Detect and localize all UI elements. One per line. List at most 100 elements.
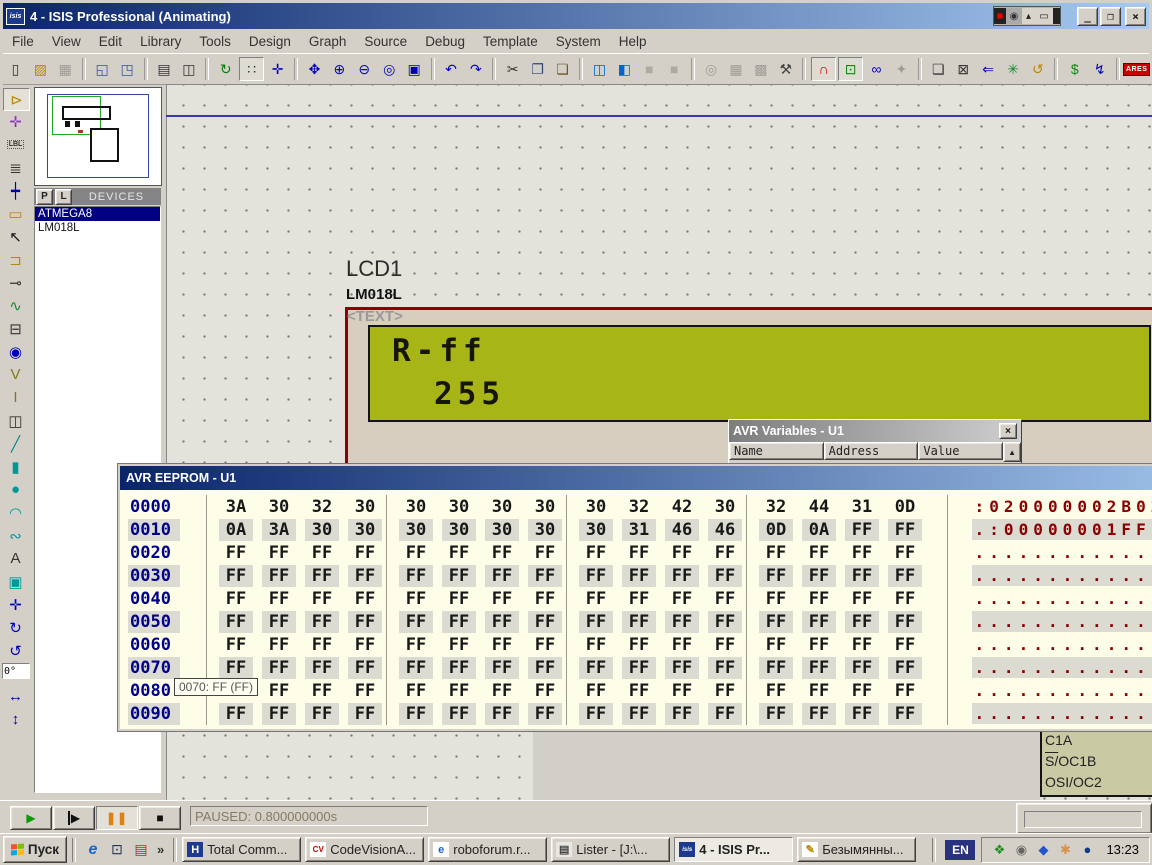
schematic-overview[interactable] [34, 87, 162, 186]
eeprom-byte-cell[interactable]: FF [399, 611, 433, 633]
eeprom-byte-cell[interactable]: FF [759, 680, 793, 702]
eeprom-byte-cell[interactable]: FF [708, 542, 742, 564]
menu-graph[interactable]: Graph [300, 32, 356, 51]
close-button[interactable]: × [1125, 7, 1146, 26]
eeprom-byte-cell[interactable]: FF [442, 657, 476, 679]
eeprom-byte-cell[interactable]: FF [485, 680, 519, 702]
internet-explorer-icon[interactable]: e [83, 840, 103, 860]
eeprom-byte-cell[interactable]: FF [528, 657, 562, 679]
eeprom-byte-cell[interactable]: FF [348, 565, 382, 587]
atmega8-component-fragment[interactable]: C1AS/OC1BOSI/OC2 [1040, 727, 1152, 797]
eeprom-byte-cell[interactable]: FF [888, 657, 922, 679]
eeprom-byte-cell[interactable]: FF [888, 680, 922, 702]
eeprom-byte-cell[interactable]: FF [348, 611, 382, 633]
zoom-in-button[interactable]: ⊕ [328, 58, 351, 80]
eeprom-byte-cell[interactable]: FF [348, 657, 382, 679]
eeprom-byte-cell[interactable]: FF [579, 542, 613, 564]
text-script-mode-button[interactable]: ≣ [3, 157, 28, 178]
eeprom-byte-cell[interactable]: FF [622, 680, 656, 702]
eeprom-byte-cell[interactable]: FF [485, 703, 519, 725]
menu-view[interactable]: View [43, 32, 90, 51]
eeprom-byte-cell[interactable]: FF [759, 611, 793, 633]
false-origin-button[interactable]: ✛ [266, 58, 289, 80]
new-file-button[interactable]: ▯ [4, 58, 27, 80]
eeprom-byte-cell[interactable]: 30 [399, 496, 433, 518]
eeprom-byte-cell[interactable]: FF [485, 588, 519, 610]
goto-sheet-button[interactable]: ↺ [1026, 58, 1049, 80]
generator-mode-button[interactable]: ◉ [3, 341, 28, 362]
eeprom-byte-cell[interactable]: 0A [802, 519, 836, 541]
eeprom-byte-cell[interactable]: FF [528, 588, 562, 610]
volume-tray-icon[interactable]: ◉ [1012, 841, 1030, 859]
eeprom-byte-cell[interactable]: FF [622, 703, 656, 725]
eeprom-byte-cell[interactable]: FF [845, 588, 879, 610]
eeprom-byte-cell[interactable]: FF [888, 519, 922, 541]
eeprom-byte-cell[interactable]: FF [622, 565, 656, 587]
eeprom-byte-cell[interactable]: FF [579, 588, 613, 610]
minimize-button[interactable]: _ [1077, 7, 1098, 26]
eeprom-byte-cell[interactable]: FF [262, 680, 296, 702]
2d-box-mode-button[interactable]: ▮ [3, 456, 28, 477]
eeprom-byte-cell[interactable]: FF [262, 611, 296, 633]
taskbar-task-button[interactable]: CVCodeVisionA... [305, 837, 424, 862]
taskbar-task-button[interactable]: ✎Безымянны... [797, 837, 916, 862]
pan-button[interactable]: ✥ [303, 58, 326, 80]
2d-line-mode-button[interactable]: ╱ [3, 433, 28, 454]
redo-button[interactable]: ↷ [464, 58, 487, 80]
eeprom-byte-cell[interactable]: FF [759, 703, 793, 725]
eeprom-byte-cell[interactable]: FF [759, 588, 793, 610]
variables-column-value[interactable]: Value [918, 442, 1003, 460]
redraw-button[interactable]: ↻ [214, 58, 237, 80]
eeprom-byte-cell[interactable]: FF [579, 565, 613, 587]
import-section-button[interactable]: ◱ [91, 58, 114, 80]
eeprom-byte-cell[interactable]: FF [708, 634, 742, 656]
zoom-area-button[interactable]: ▣ [403, 58, 426, 80]
eeprom-byte-cell[interactable]: FF [399, 657, 433, 679]
eeprom-byte-cell[interactable]: FF [665, 588, 699, 610]
eeprom-byte-cell[interactable]: FF [305, 634, 339, 656]
eeprom-byte-cell[interactable]: FF [485, 542, 519, 564]
eeprom-byte-cell[interactable]: FF [442, 634, 476, 656]
eeprom-byte-cell[interactable]: FF [219, 703, 253, 725]
menu-file[interactable]: File [3, 32, 43, 51]
simulation-stop-button[interactable]: ■ [139, 806, 181, 830]
pick-devices-button[interactable]: P [36, 189, 53, 205]
language-indicator[interactable]: EN [945, 840, 975, 860]
eeprom-byte-cell[interactable]: FF [579, 634, 613, 656]
eeprom-byte-cell[interactable]: 46 [665, 519, 699, 541]
eeprom-byte-cell[interactable]: FF [399, 703, 433, 725]
eeprom-byte-cell[interactable]: FF [305, 611, 339, 633]
eeprom-byte-cell[interactable]: FF [399, 680, 433, 702]
eeprom-byte-cell[interactable]: 30 [348, 496, 382, 518]
eeprom-byte-cell[interactable]: FF [219, 542, 253, 564]
eeprom-byte-cell[interactable]: FF [262, 703, 296, 725]
eeprom-byte-cell[interactable]: FF [399, 565, 433, 587]
export-section-button[interactable]: ◳ [116, 58, 139, 80]
eeprom-byte-cell[interactable]: FF [442, 611, 476, 633]
eeprom-byte-cell[interactable]: 30 [708, 496, 742, 518]
eeprom-byte-cell[interactable]: FF [802, 634, 836, 656]
variables-column-name[interactable]: Name [729, 442, 824, 460]
remove-sheet-button[interactable]: ⊠ [952, 58, 975, 80]
screen-button[interactable]: ▭ [1035, 8, 1053, 24]
eeprom-byte-cell[interactable]: 30 [305, 519, 339, 541]
block-move-button[interactable]: ◧ [613, 58, 636, 80]
eeprom-byte-cell[interactable]: FF [219, 588, 253, 610]
eeprom-byte-cell[interactable]: 44 [802, 496, 836, 518]
eeprom-byte-cell[interactable]: FF [845, 680, 879, 702]
intersheet-terminal-mode-button[interactable]: ⊐ [3, 249, 28, 270]
eeprom-byte-cell[interactable]: 42 [665, 496, 699, 518]
eeprom-byte-cell[interactable]: 30 [579, 519, 613, 541]
menu-edit[interactable]: Edit [90, 32, 131, 51]
netlist-to-ares-button[interactable]: ARES [1125, 58, 1148, 80]
zoom-out-button[interactable]: ⊖ [353, 58, 376, 80]
eeprom-byte-cell[interactable]: FF [845, 542, 879, 564]
eeprom-byte-cell[interactable]: FF [305, 588, 339, 610]
eeprom-byte-cell[interactable]: FF [759, 634, 793, 656]
eeprom-byte-cell[interactable]: FF [579, 611, 613, 633]
eeprom-byte-cell[interactable]: FF [802, 588, 836, 610]
eeprom-byte-cell[interactable]: FF [442, 565, 476, 587]
record-dot-icon[interactable] [997, 13, 1003, 19]
print-button[interactable]: ▤ [153, 58, 176, 80]
device-list-item[interactable]: LM018L [35, 221, 160, 235]
